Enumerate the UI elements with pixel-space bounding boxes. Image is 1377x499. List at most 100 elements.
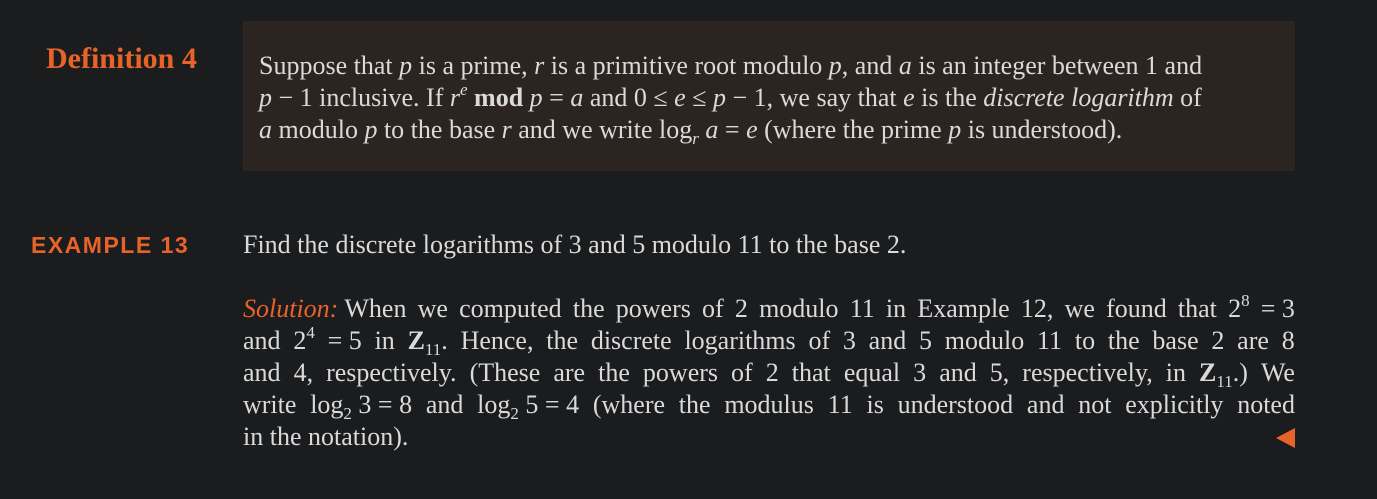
word: powers — [642, 358, 719, 387]
text-run: is a prime, — [412, 51, 535, 80]
solution-heading: Solution: — [243, 294, 339, 323]
word: 3 — [842, 326, 856, 355]
word: We — [1260, 358, 1295, 387]
word: 11 — [827, 390, 853, 419]
word: the — [598, 358, 630, 387]
word: in — [1165, 358, 1186, 387]
word: that — [791, 358, 831, 387]
word: to — [1074, 326, 1096, 355]
triangle-left-icon — [1276, 428, 1295, 448]
log-base: 2 — [510, 404, 519, 423]
word: When — [338, 294, 407, 323]
var-e: e — [746, 115, 758, 144]
word: and — [1026, 390, 1065, 419]
word: are — [1237, 326, 1269, 355]
word: and — [939, 358, 977, 387]
exponent: 4 — [306, 323, 315, 342]
word: equal — [843, 358, 901, 387]
word: 3 — [913, 358, 927, 387]
word: 2 — [734, 294, 748, 323]
text-run: and we write log — [511, 115, 693, 144]
word: 2 — [765, 358, 779, 387]
var-a: a — [898, 51, 912, 80]
exponent: 8 — [1241, 291, 1250, 310]
word: 2 — [1211, 326, 1225, 355]
log-word: log — [310, 390, 344, 419]
text-run: is an integer between 1 and — [911, 51, 1203, 80]
text-run: to the base — [377, 115, 502, 144]
var-p: p — [712, 83, 726, 112]
var-p: p — [828, 51, 842, 80]
text-run: − 1, we say that — [725, 83, 904, 112]
word: 12, — [1020, 294, 1054, 323]
mod-operator: mod — [474, 83, 524, 112]
word: is — [866, 390, 884, 419]
var-r: r — [449, 83, 460, 112]
var-e: e — [903, 83, 915, 112]
var-a: a — [570, 83, 584, 112]
punctuation: .) — [1232, 358, 1248, 387]
text-run: Suppose that — [259, 51, 400, 80]
word: 11 — [849, 294, 875, 323]
text-run: = — [542, 83, 571, 112]
math-z11: Z11. — [408, 325, 448, 358]
word: = 3 — [1260, 294, 1295, 323]
definition-line-2: p − 1 inclusive. If re mod p = a and 0 ≤… — [259, 80, 1279, 114]
text-run: modulo — [272, 115, 365, 144]
word: in — [243, 422, 264, 451]
text-run: is the — [914, 83, 984, 112]
word: powers — [615, 294, 691, 323]
definition-line-1: Suppose that p is a prime, r is a primit… — [259, 50, 1279, 82]
var-p: p — [399, 51, 413, 80]
math-base: 2 — [1228, 294, 1242, 323]
example-label: EXAMPLE 13 — [31, 232, 190, 258]
word: Example — [917, 294, 1010, 323]
var-r: r — [501, 115, 512, 144]
text-run: (where the prime — [757, 115, 949, 144]
var-p: p — [948, 115, 962, 144]
word: = 5 — [327, 326, 362, 355]
text-run: = — [718, 115, 747, 144]
text-run: of — [1173, 83, 1202, 112]
word: 5 — [919, 326, 932, 355]
solution-line-2: and 24 = 5 in Z11. Hence, the discrete logarithm… — [243, 323, 1295, 358]
solution-line-3: and 4, respectively. (These are the powers of 2 t… — [243, 357, 1295, 390]
text-run: is a primitive root modulo — [544, 51, 829, 80]
word: found — [1106, 294, 1167, 323]
exponent-e: e — [459, 80, 468, 99]
word: that — [1177, 294, 1217, 323]
text-run: is understood). — [961, 115, 1123, 144]
definition-box: Suppose that p is a prime, r is a primit… — [243, 21, 1295, 171]
word: 5, — [989, 358, 1010, 387]
var-p: p — [364, 115, 378, 144]
math-log2-5: log2 5 = 4 — [477, 389, 580, 423]
math-value: 5 = 4 — [525, 390, 580, 419]
solution-start: Solution: When — [243, 293, 406, 325]
word: respectively, — [1022, 358, 1153, 387]
word: 4, — [293, 358, 314, 387]
solution-line-4: write log2 3 = 8 and log2 5 = 4 (where the mod… — [243, 389, 1295, 423]
word: explicitly — [1125, 390, 1224, 419]
var-p: p — [529, 83, 543, 112]
word: and — [243, 326, 281, 355]
word: in — [885, 294, 907, 323]
word: we — [1064, 294, 1095, 323]
word: the — [1107, 326, 1140, 355]
solution-line-5: in the notation). — [243, 421, 1295, 453]
word: respectively. — [326, 358, 457, 387]
math-log2-3: log2 3 = 8 — [310, 389, 413, 422]
var-e: e — [674, 83, 686, 112]
word: (These — [469, 358, 541, 387]
word: of — [731, 358, 753, 387]
example-solution: Solution: When we computed the powers of 2 modu… — [243, 291, 1295, 453]
math-value: 3 = 8 — [358, 390, 413, 419]
word: Hence, — [460, 326, 534, 355]
word: we — [417, 294, 448, 323]
text-run: , and — [841, 51, 899, 80]
word: discrete — [590, 326, 672, 355]
word: notation). — [308, 422, 409, 451]
word: the — [572, 294, 605, 323]
word: and — [425, 390, 464, 419]
word: logarithms — [684, 326, 796, 355]
term-discrete-logarithm: discrete logarithm — [983, 83, 1174, 112]
